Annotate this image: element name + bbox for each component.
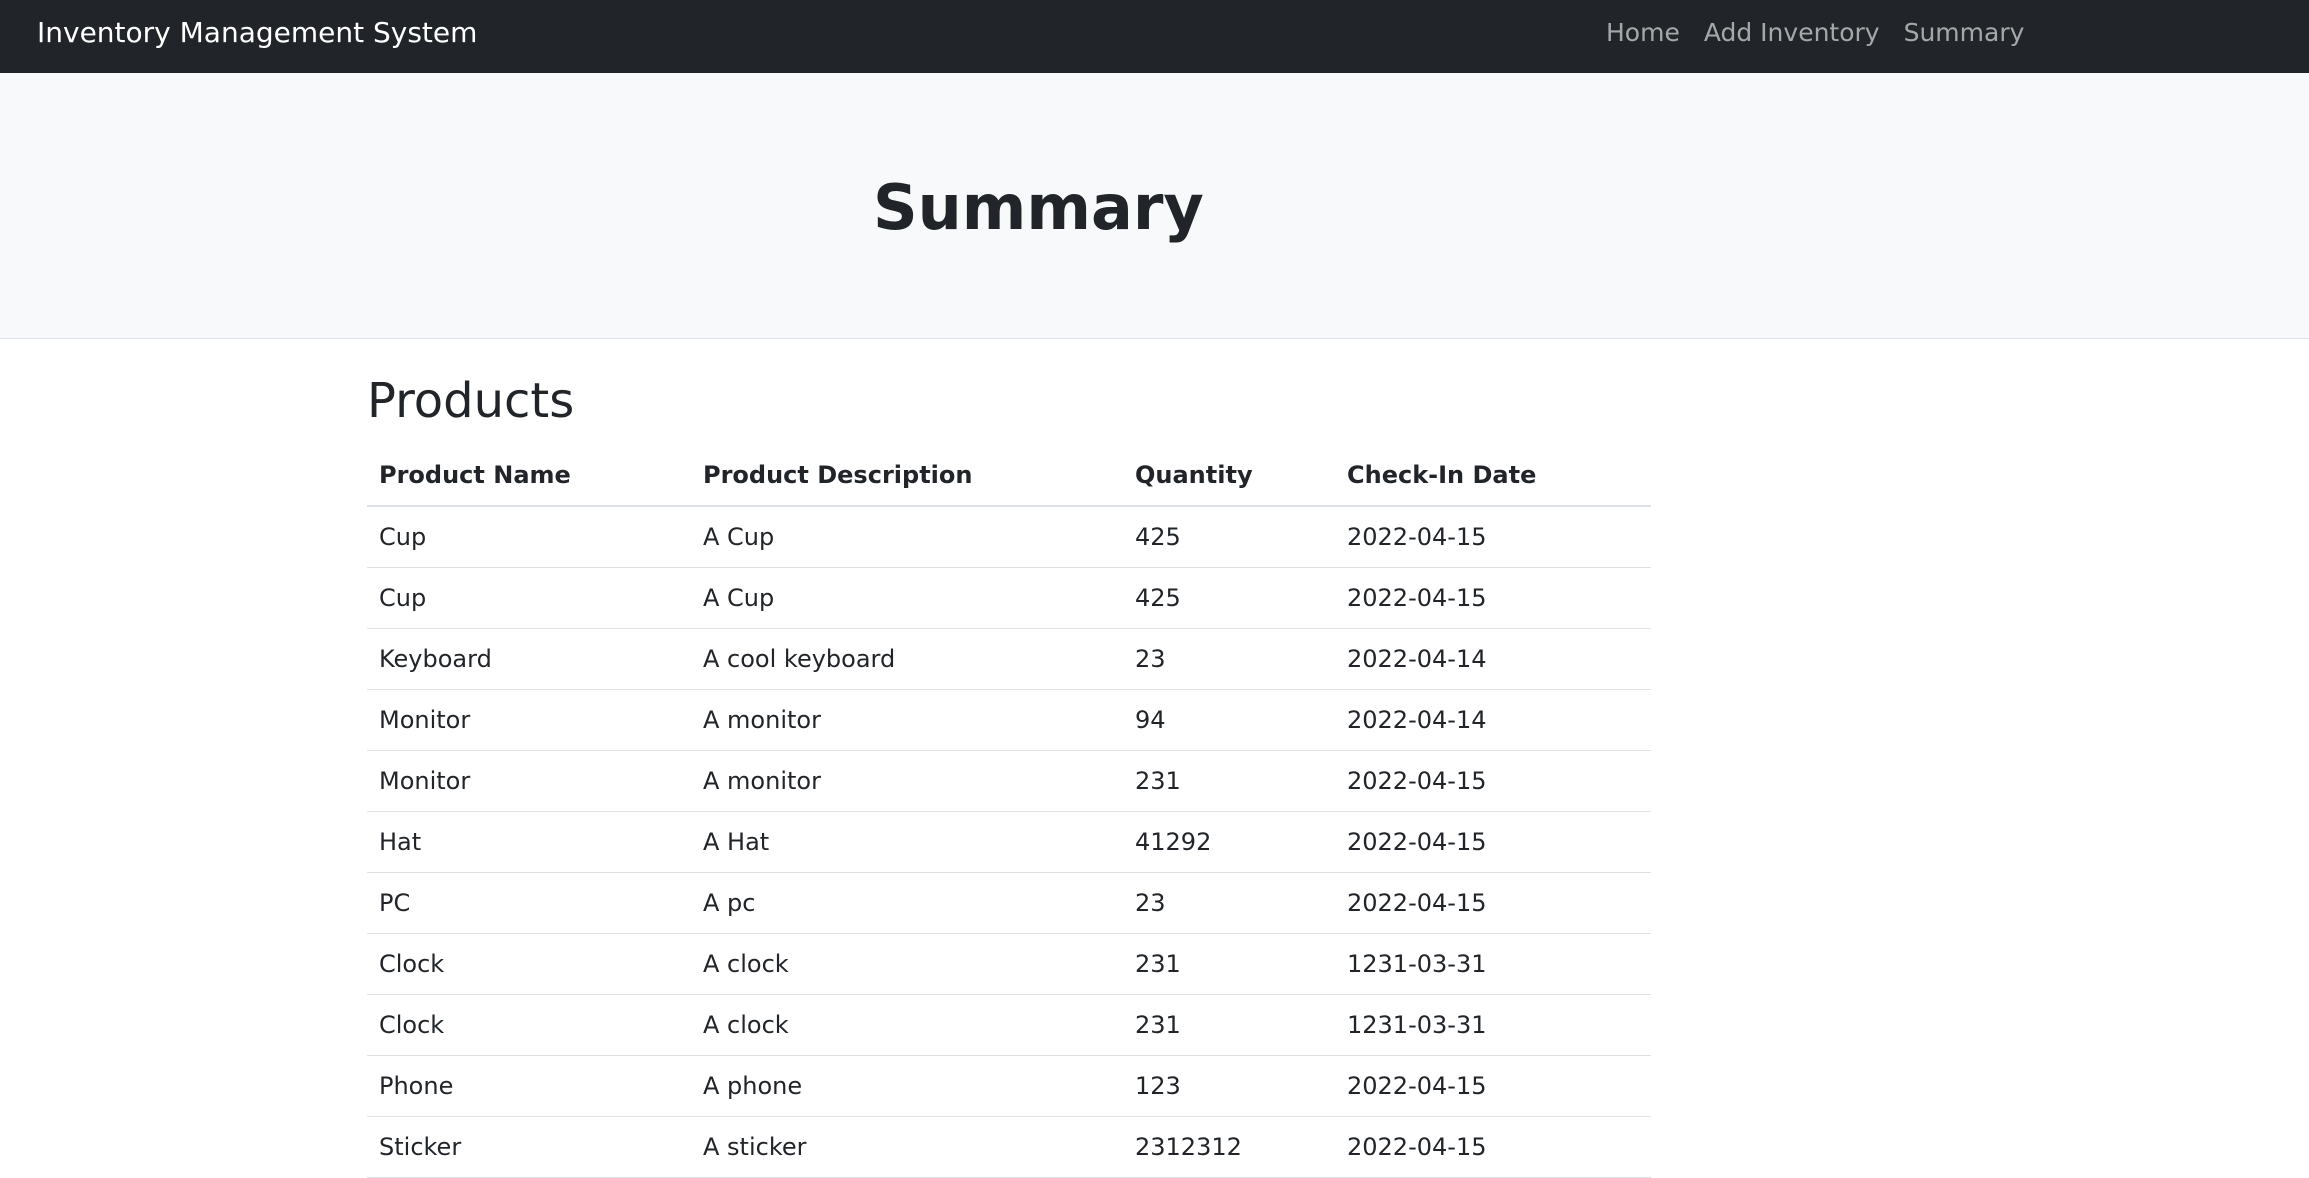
cell-check-in-date: 2022-04-15 [1335,750,1651,812]
cell-check-in-date: 2022-04-15 [1335,1116,1651,1178]
table-row: Cup A Cup 425 2022-04-15 [367,567,1651,629]
cell-product-description: A Hat [691,811,1123,873]
table-row: Sticker A sticker 2312312 2022-04-15 [367,1116,1651,1178]
cell-product-name: Clock [367,994,691,1056]
cell-quantity: 231 [1123,750,1335,812]
cell-quantity: 425 [1123,506,1335,568]
cell-check-in-date: 2022-04-14 [1335,628,1651,690]
cell-product-description: A cool keyboard [691,628,1123,690]
table-row: Keyboard A cool keyboard 23 2022-04-14 [367,628,1651,690]
cell-product-name: Phone [367,1055,691,1117]
cell-product-description: A monitor [691,750,1123,812]
cell-product-name: Monitor [367,689,691,751]
nav-links: Home Add Inventory Summary [1606,16,2024,50]
table-header: Product Name Product Description Quantit… [367,445,1651,507]
cell-check-in-date: 2022-04-15 [1335,811,1651,873]
nav-link-add-inventory[interactable]: Add Inventory [1704,16,1880,50]
page-title: Summary [873,171,1204,244]
cell-quantity: 23 [1123,872,1335,934]
table-row: Phone A phone 123 2022-04-15 [367,1055,1651,1117]
table-row: Clock A clock 231 1231-03-31 [367,933,1651,995]
cell-product-name: Cup [367,506,691,568]
cell-check-in-date: 2022-04-15 [1335,506,1651,568]
table-header-row: Product Name Product Description Quantit… [367,445,1651,507]
table-row: Clock A clock 231 1231-03-31 [367,994,1651,1056]
table-row: Hat A Hat 41292 2022-04-15 [367,811,1651,873]
cell-product-description: A pc [691,872,1123,934]
cell-check-in-date: 2022-04-15 [1335,567,1651,629]
cell-product-name: Monitor [367,750,691,812]
column-header-quantity: Quantity [1123,445,1335,507]
cell-product-description: A phone [691,1055,1123,1117]
cell-check-in-date: 2022-04-15 [1335,872,1651,934]
cell-product-name: Keyboard [367,628,691,690]
products-table: Product Name Product Description Quantit… [367,445,1651,1178]
cell-product-description: A sticker [691,1116,1123,1178]
cell-quantity: 2312312 [1123,1116,1335,1178]
cell-check-in-date: 1231-03-31 [1335,994,1651,1056]
cell-product-description: A clock [691,933,1123,995]
cell-quantity: 425 [1123,567,1335,629]
table-row: Monitor A monitor 231 2022-04-15 [367,750,1651,812]
cell-product-description: A monitor [691,689,1123,751]
column-header-product-name: Product Name [367,445,691,507]
cell-quantity: 231 [1123,933,1335,995]
cell-quantity: 231 [1123,994,1335,1056]
table-body: Cup A Cup 425 2022-04-15 Cup A Cup 425 2… [367,506,1651,1178]
cell-quantity: 123 [1123,1055,1335,1117]
cell-check-in-date: 2022-04-14 [1335,689,1651,751]
nav-link-summary[interactable]: Summary [1904,16,2025,50]
cell-product-description: A Cup [691,567,1123,629]
cell-product-description: A Cup [691,506,1123,568]
cell-quantity: 23 [1123,628,1335,690]
products-heading: Products [367,373,575,429]
table-row: Cup A Cup 425 2022-04-15 [367,506,1651,568]
cell-check-in-date: 1231-03-31 [1335,933,1651,995]
brand-link[interactable]: Inventory Management System [37,16,477,50]
nav-link-home[interactable]: Home [1606,16,1680,50]
cell-quantity: 94 [1123,689,1335,751]
cell-check-in-date: 2022-04-15 [1335,1055,1651,1117]
cell-product-name: Cup [367,567,691,629]
navbar: Inventory Management System Home Add Inv… [0,0,2309,73]
cell-product-name: Sticker [367,1116,691,1178]
cell-product-name: Hat [367,811,691,873]
cell-quantity: 41292 [1123,811,1335,873]
cell-product-name: Clock [367,933,691,995]
column-header-check-in-date: Check-In Date [1335,445,1651,507]
cell-product-name: PC [367,872,691,934]
column-header-product-description: Product Description [691,445,1123,507]
table-row: Monitor A monitor 94 2022-04-14 [367,689,1651,751]
table-row: PC A pc 23 2022-04-15 [367,872,1651,934]
cell-product-description: A clock [691,994,1123,1056]
hero-banner: Summary [0,73,2309,339]
